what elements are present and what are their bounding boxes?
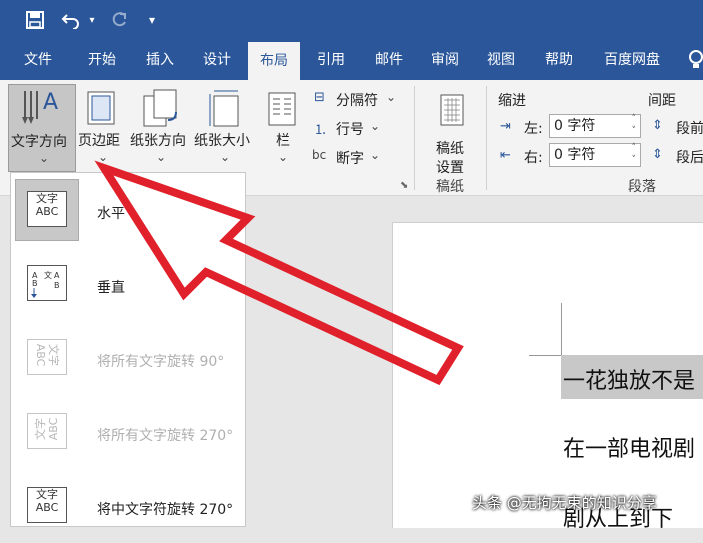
annotation-arrow [94, 160, 464, 386]
watermark-text: 头条 @无拘无束的知识分享 [472, 494, 657, 512]
